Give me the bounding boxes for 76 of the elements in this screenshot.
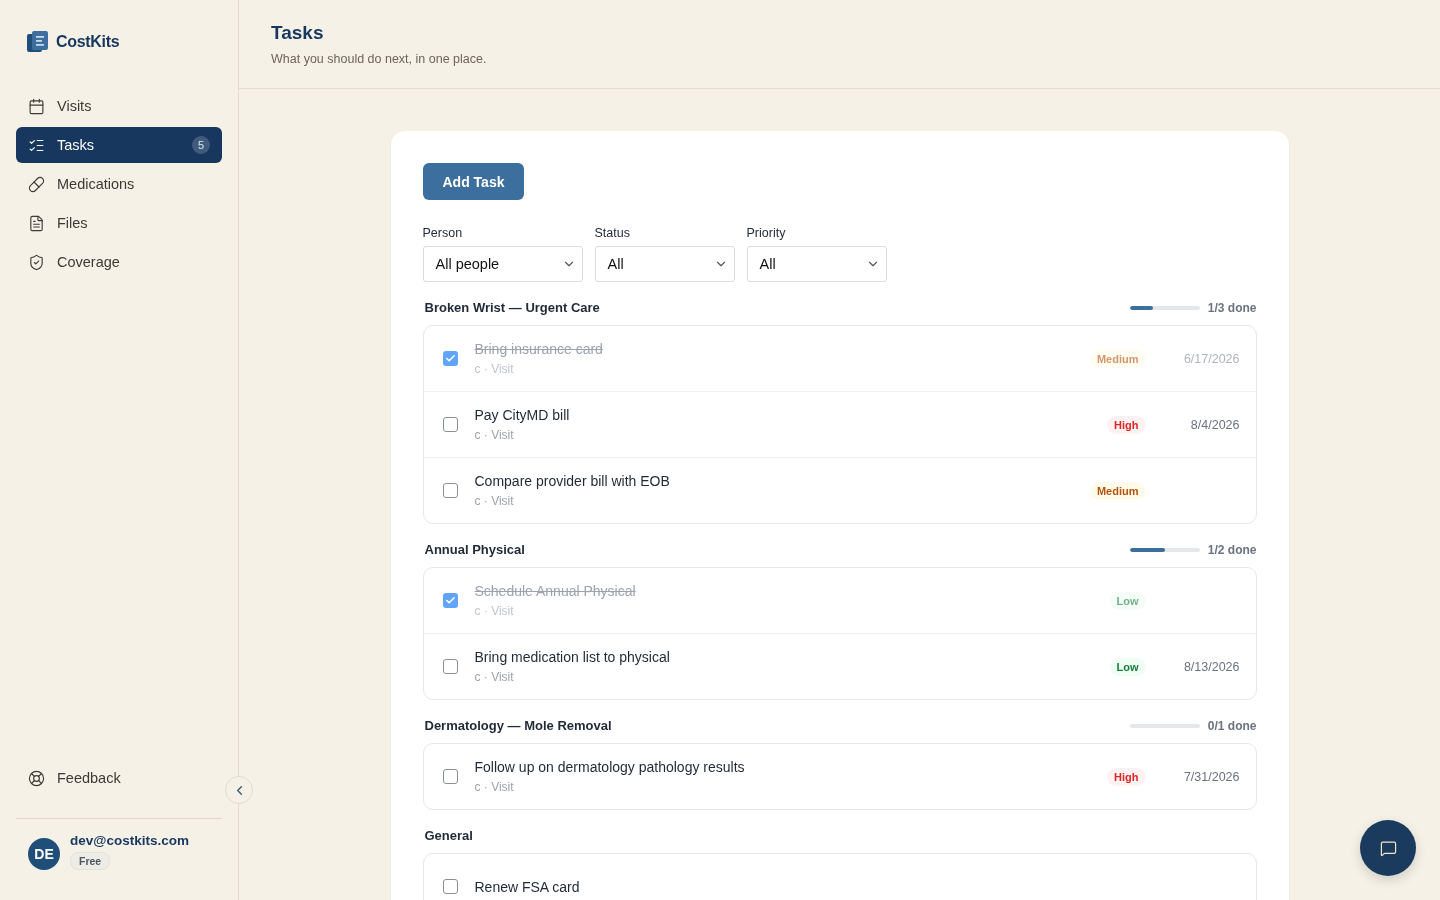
sidebar-item-label: Files (57, 215, 89, 231)
task-title: Bring insurance card (474, 341, 604, 357)
progress-text: 1/2 done (1207, 542, 1257, 557)
due-date: 8/13/2026 (1182, 659, 1240, 674)
task-checkbox[interactable] (442, 879, 458, 894)
add-task-button[interactable]: Add Task (422, 163, 525, 200)
sidebar-item[interactable]: Coverage (16, 244, 222, 280)
task-meta: c · Visit (474, 670, 515, 684)
sidebar-item[interactable]: Tasks 5 (16, 127, 222, 163)
task-checkbox[interactable] (442, 659, 458, 674)
feedback-label: Feedback (57, 770, 122, 786)
page-title: Tasks (271, 22, 325, 44)
filter-label: Priority (746, 226, 787, 240)
task-title: Bring medication list to physical (474, 649, 671, 665)
document-icon (28, 214, 45, 232)
filter-label: Person (422, 226, 464, 240)
page-subtitle: What you should do next, in one place. (271, 52, 488, 66)
task-meta: c · Visit (474, 604, 515, 618)
task-title: Follow up on dermatology pathology results (474, 759, 746, 775)
task-title: Schedule Annual Physical (474, 583, 637, 599)
check-icon (444, 353, 456, 364)
priority-tag: Low (1109, 591, 1146, 610)
sidebar-item[interactable]: Visits (16, 88, 222, 124)
progress-bar (1129, 547, 1200, 552)
feedback-link[interactable]: Feedback (16, 760, 222, 796)
task-checkbox[interactable] (442, 769, 458, 784)
task-meta: c · Visit (474, 428, 515, 442)
sidebar-item-label: Visits (57, 98, 93, 114)
shield-icon (28, 253, 45, 271)
sidebar-item[interactable]: Files (16, 205, 222, 241)
user-email: dev@costkits.com (70, 833, 189, 848)
logo-icon (26, 30, 50, 54)
task-title: Renew FSA card (474, 878, 581, 895)
chat-icon (1379, 839, 1397, 857)
due-date: 8/4/2026 (1189, 417, 1240, 432)
filter-label: Status (594, 226, 631, 240)
task-meta: c · Visit (474, 494, 515, 508)
collapse-button[interactable] (225, 776, 253, 804)
group-title: Annual Physical (424, 542, 526, 557)
progress-bar (1129, 305, 1200, 310)
plan-badge: Free (70, 852, 111, 870)
check-icon (444, 595, 456, 606)
progress-text: 1/3 done (1207, 300, 1257, 315)
brand-name: CostKits (56, 33, 120, 51)
due-date: 6/17/2026 (1182, 351, 1240, 366)
task-checkbox[interactable] (442, 351, 458, 366)
task-meta: c · Visit (474, 362, 515, 376)
task-checkbox[interactable] (442, 483, 458, 498)
user-avatar: DE (28, 838, 60, 870)
lifebuoy-icon (28, 769, 45, 787)
filter-select[interactable]: All (594, 246, 735, 282)
progress-text: 0/1 done (1207, 718, 1257, 733)
sidebar-item-label: Tasks (57, 137, 96, 153)
group-title: General (424, 828, 474, 843)
count-badge: 5 (192, 136, 210, 154)
sidebar-item-label: Medications (57, 176, 136, 192)
group-title: Dermatology — Mole Removal (424, 718, 613, 733)
task-title: Compare provider bill with EOB (474, 473, 671, 489)
sidebar-item-label: Coverage (57, 254, 121, 270)
due-date: 7/31/2026 (1182, 769, 1240, 784)
priority-tag: Medium (1089, 481, 1146, 500)
priority-tag: Medium (1089, 349, 1146, 368)
task-checkbox[interactable] (442, 417, 458, 432)
task-title: Pay CityMD bill (474, 407, 571, 423)
priority-tag: Low (1109, 657, 1146, 676)
sidebar-item[interactable]: Medications (16, 166, 222, 202)
task-meta: c · Visit (474, 780, 515, 794)
calendar-icon (28, 97, 45, 115)
filter-select[interactable]: All people (422, 246, 583, 282)
chat-button[interactable] (1360, 820, 1416, 876)
task-checkbox[interactable] (442, 593, 458, 608)
filter-select[interactable]: All (746, 246, 887, 282)
priority-tag: High (1107, 767, 1146, 786)
group-title: Broken Wrist — Urgent Care (424, 300, 601, 315)
priority-tag: High (1107, 415, 1146, 434)
pill-icon (28, 175, 45, 193)
